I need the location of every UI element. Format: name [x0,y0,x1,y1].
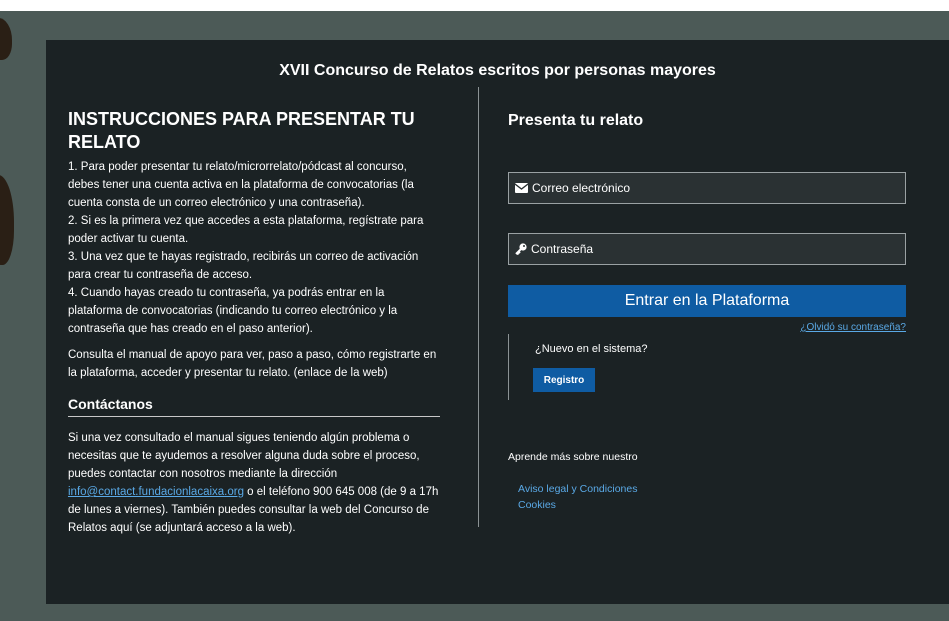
page-title: XVII Concurso de Relatos escritos por pe… [279,62,716,79]
cookies-link[interactable]: Cookies [518,497,637,513]
learn-more-label: Aprende más sobre nuestro [508,451,638,463]
login-heading: Presenta tu relato [508,112,644,129]
email-placeholder: Correo electrónico [532,181,631,195]
contact-email-link[interactable]: info@contact.fundacionlacaixa.org [68,486,244,498]
contact-text: Si una vez consultado el manual sigues t… [68,429,440,537]
forgot-password-link[interactable]: ¿Olvidó su contraseña? [800,322,906,333]
instructions-column: INSTRUCCIONES PARA PRESENTAR TU RELATO 1… [68,108,440,537]
instruction-step-2: 2. Si es la primera vez que accedes a es… [68,215,424,245]
email-field[interactable]: Correo electrónico [508,172,906,204]
footer-links: Aviso legal y Condiciones Cookies [518,481,637,513]
contact-text-before: Si una vez consultado el manual sigues t… [68,432,420,480]
instruction-step-1: 1. Para poder presentar tu relato/micror… [68,161,414,209]
password-placeholder: Contraseña [531,242,594,256]
instruction-step-3: 3. Una vez que te hayas registrado, reci… [68,251,419,281]
register-button[interactable]: Registro [533,368,595,392]
contact-heading: Contáctanos [68,396,153,412]
login-button[interactable]: Entrar en la Plataforma [508,285,906,317]
new-user-divider [508,334,509,400]
new-user-label: ¿Nuevo en el sistema? [535,343,648,355]
manual-note: Consulta el manual de apoyo para ver, pa… [68,349,437,379]
key-icon [515,243,527,255]
contact-divider [68,416,440,417]
envelope-icon [515,183,528,193]
instructions-heading: INSTRUCCIONES PARA PRESENTAR TU RELATO [68,109,415,152]
legal-conditions-link[interactable]: Aviso legal y Condiciones [518,481,637,497]
main-panel: XVII Concurso de Relatos escritos por pe… [46,40,949,604]
password-field[interactable]: Contraseña [508,233,906,265]
instruction-step-4: 4. Cuando hayas creado tu contraseña, ya… [68,287,398,335]
column-divider [478,87,479,527]
